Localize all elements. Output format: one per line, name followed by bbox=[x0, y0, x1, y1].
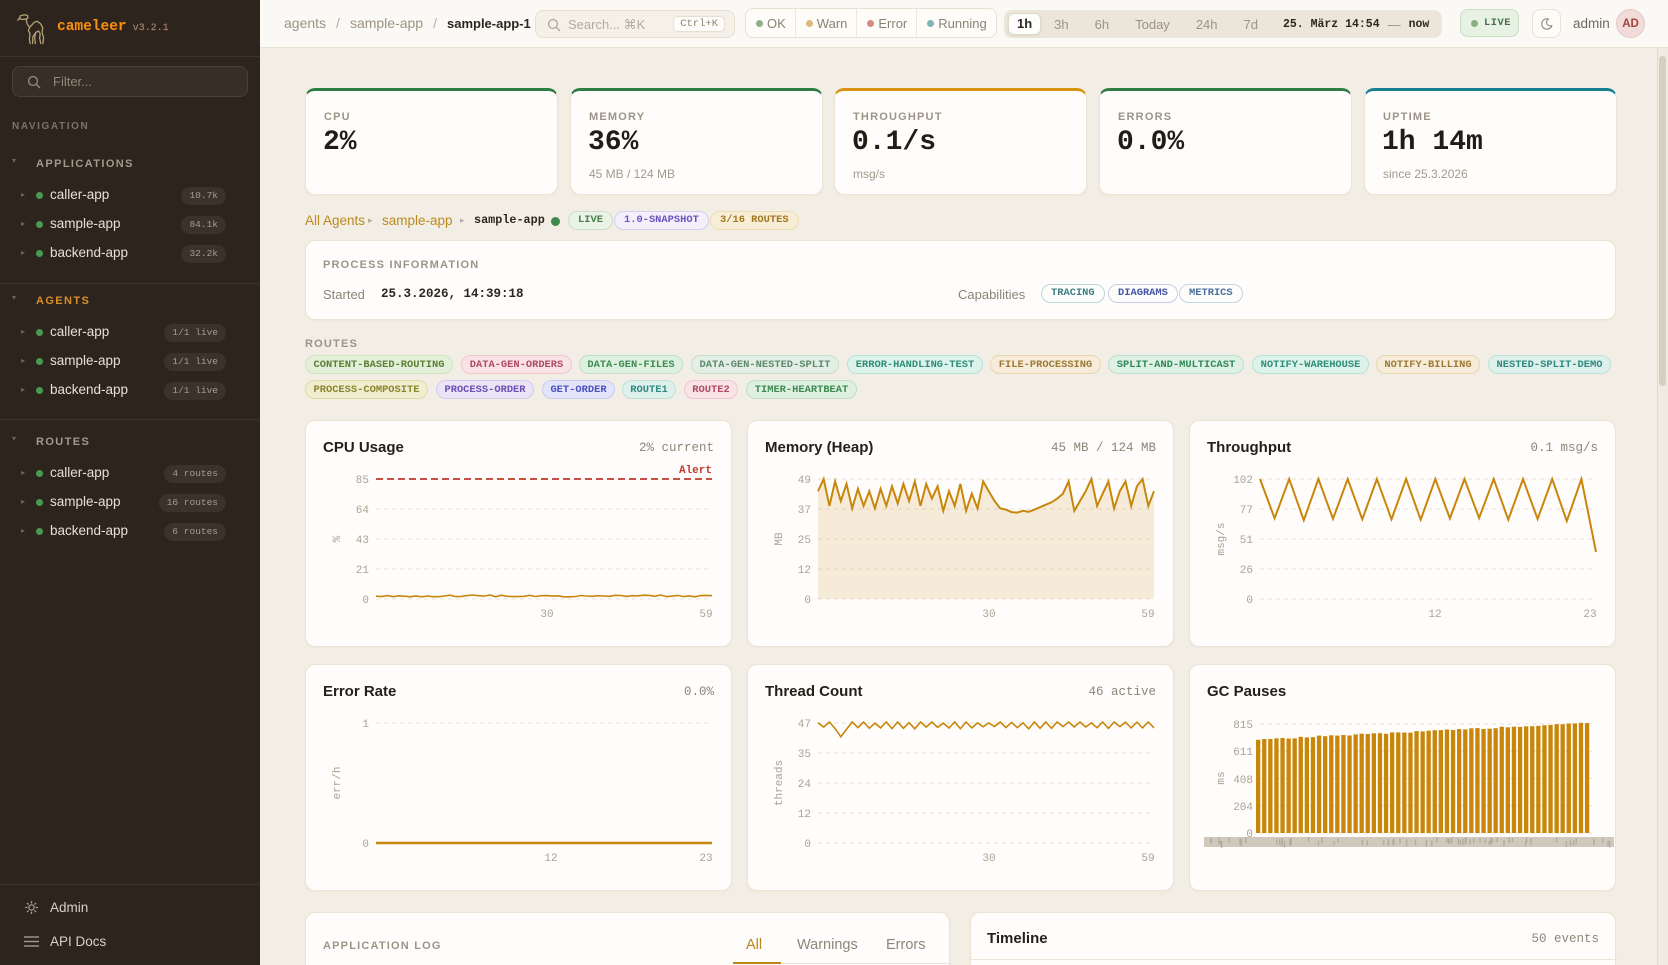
svg-text:37: 37 bbox=[798, 505, 811, 517]
svg-text:ms: ms bbox=[1216, 771, 1228, 784]
svg-text:102: 102 bbox=[1233, 475, 1253, 487]
svg-text:35: 35 bbox=[798, 749, 811, 761]
svg-text:0: 0 bbox=[1246, 595, 1253, 607]
svg-text:77: 77 bbox=[1240, 505, 1253, 517]
svg-text:25: 25 bbox=[798, 535, 811, 547]
svg-text:204: 204 bbox=[1233, 802, 1253, 814]
svg-text:49: 49 bbox=[798, 475, 811, 487]
svg-text:21: 21 bbox=[356, 565, 370, 577]
svg-text:611: 611 bbox=[1233, 747, 1253, 759]
svg-text:0: 0 bbox=[362, 839, 369, 851]
svg-text:Alert: Alert bbox=[679, 465, 712, 477]
svg-text:30: 30 bbox=[982, 853, 995, 865]
svg-text:64: 64 bbox=[356, 505, 370, 517]
svg-text:12: 12 bbox=[798, 809, 811, 821]
svg-text:0: 0 bbox=[804, 839, 811, 851]
svg-text:43: 43 bbox=[356, 535, 369, 547]
svg-text:MB: MB bbox=[774, 532, 786, 546]
svg-text:12: 12 bbox=[544, 853, 557, 865]
svg-text:0: 0 bbox=[804, 595, 811, 607]
svg-text:30: 30 bbox=[982, 609, 995, 621]
svg-text:msg/s: msg/s bbox=[1216, 522, 1228, 555]
svg-text:47: 47 bbox=[798, 719, 811, 731]
svg-text:815: 815 bbox=[1233, 720, 1253, 732]
svg-text:59: 59 bbox=[1141, 853, 1154, 865]
svg-text:24: 24 bbox=[798, 779, 812, 791]
svg-text:26: 26 bbox=[1240, 565, 1253, 577]
svg-text:%: % bbox=[332, 535, 344, 542]
svg-text:408: 408 bbox=[1233, 775, 1253, 787]
svg-text:59: 59 bbox=[1141, 609, 1154, 621]
svg-text:30: 30 bbox=[540, 609, 553, 621]
svg-text:1: 1 bbox=[362, 719, 369, 731]
svg-text:85: 85 bbox=[356, 475, 369, 487]
svg-text:12: 12 bbox=[1428, 609, 1441, 621]
svg-text:23: 23 bbox=[699, 853, 712, 865]
svg-text:51: 51 bbox=[1240, 535, 1254, 547]
svg-text:12: 12 bbox=[798, 565, 811, 577]
svg-text:err/h: err/h bbox=[332, 766, 344, 799]
svg-text:0: 0 bbox=[362, 595, 369, 607]
svg-text:59: 59 bbox=[699, 609, 712, 621]
svg-text:threads: threads bbox=[774, 760, 786, 806]
svg-text:23: 23 bbox=[1583, 609, 1596, 621]
